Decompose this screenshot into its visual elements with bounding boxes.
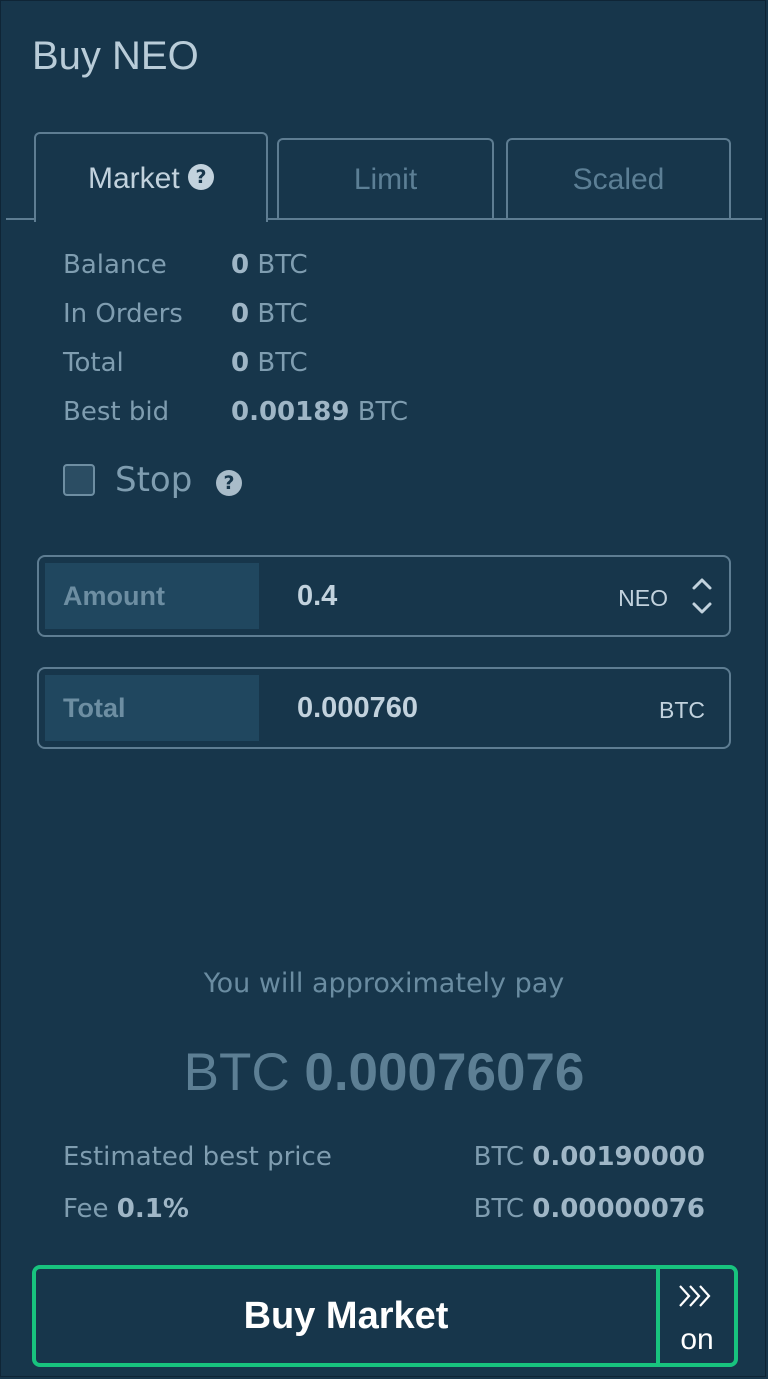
in-orders-value: 0 BTC (231, 299, 308, 329)
stop-checkbox[interactable] (63, 464, 95, 496)
confirm-toggle[interactable]: on (660, 1269, 734, 1363)
stop-label[interactable]: Stop (115, 460, 192, 500)
tab-market[interactable]: Market ? (34, 132, 268, 222)
toggle-state-label: on (680, 1323, 714, 1356)
pay-currency: BTC (183, 1043, 290, 1102)
tab-scaled-label: Scaled (572, 163, 665, 196)
buy-market-button[interactable]: Buy Market (36, 1269, 656, 1363)
stop-help-icon[interactable]: ? (216, 470, 242, 496)
total-field[interactable]: Total 0.000760 BTC (37, 667, 731, 749)
fee-value: BTC 0.00000076 (473, 1194, 705, 1224)
best-price-label: Estimated best price (63, 1142, 332, 1172)
in-orders-label: In Orders (63, 299, 183, 329)
total-unit: BTC (659, 697, 705, 723)
buy-market-button-group: Buy Market on (32, 1265, 738, 1367)
balance-value: 0 BTC (231, 250, 308, 280)
triple-chevron-right-icon (679, 1285, 711, 1307)
pay-value: 0.00076076 (304, 1043, 585, 1102)
total-balance-value: 0 BTC (231, 348, 308, 378)
panel-title: Buy NEO (32, 34, 199, 78)
amount-label: Amount (45, 563, 259, 629)
chevron-up-down-icon[interactable] (689, 575, 715, 617)
amount-field[interactable]: Amount 0.4 NEO (37, 555, 731, 637)
tab-limit-label: Limit (353, 163, 418, 196)
amount-unit: NEO (618, 585, 668, 611)
total-label: Total (45, 675, 259, 741)
approx-pay-text: You will approximately pay (203, 968, 565, 999)
total-input[interactable]: 0.000760 (297, 669, 418, 747)
tab-scaled[interactable]: Scaled (506, 138, 731, 218)
amount-input[interactable]: 0.4 (297, 557, 337, 635)
order-type-tabs: Market ? Limit Scaled (0, 132, 768, 222)
best-price-value: BTC 0.00190000 (473, 1142, 705, 1172)
fee-label: Fee 0.1% (63, 1194, 189, 1224)
balance-label: Balance (63, 250, 167, 280)
tab-limit[interactable]: Limit (277, 138, 494, 218)
best-bid-label: Best bid (63, 397, 170, 427)
best-bid-value: 0.00189 BTC (231, 397, 409, 427)
market-help-icon[interactable]: ? (188, 164, 215, 191)
total-balance-label: Total (63, 348, 124, 378)
tab-market-label: Market (87, 162, 180, 195)
approx-pay-amount: BTC 0.00076076 (0, 1042, 768, 1103)
